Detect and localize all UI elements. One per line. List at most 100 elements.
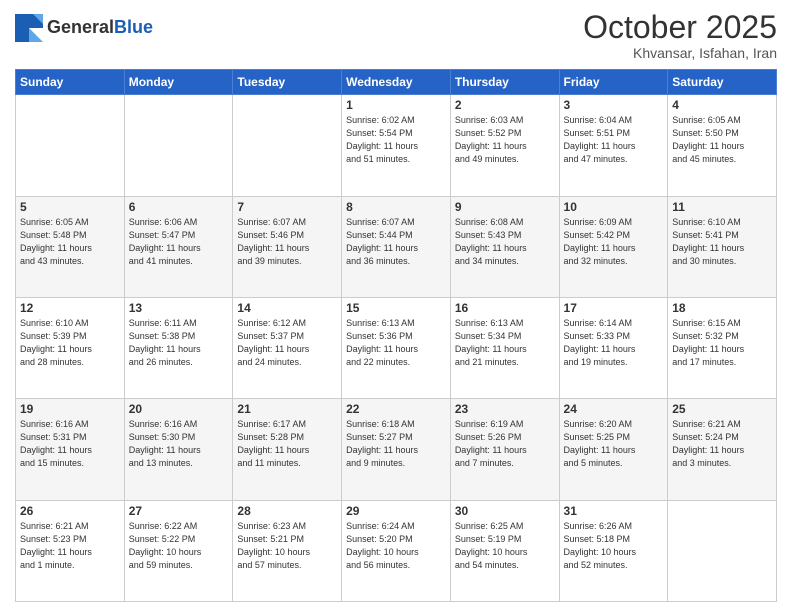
day-number-27: 27 — [129, 504, 229, 518]
day-info-3: Sunrise: 6:04 AM Sunset: 5:51 PM Dayligh… — [564, 114, 664, 166]
calendar-cell-w2-d2: 14 Sunrise: 6:12 AM Sunset: 5:37 PM Dayli… — [233, 297, 342, 398]
calendar-cell-w0-d6: 4 Sunrise: 6:05 AM Sunset: 5:50 PM Daylig… — [668, 95, 777, 196]
day-info-4: Sunrise: 6:05 AM Sunset: 5:50 PM Dayligh… — [672, 114, 772, 166]
week-row-3: 19 Sunrise: 6:16 AM Sunset: 5:31 PM Dayli… — [16, 399, 777, 500]
day-number-1: 1 — [346, 98, 446, 112]
page: General Blue October 2025 Khvansar, Isfa… — [0, 0, 792, 612]
day-info-25: Sunrise: 6:21 AM Sunset: 5:24 PM Dayligh… — [672, 418, 772, 470]
calendar-cell-w2-d6: 18Sunrise: 6:15 AM Sunset: 5:32 PM Dayli… — [668, 297, 777, 398]
calendar-cell-w3-d5: 24 Sunrise: 6:20 AM Sunset: 5:25 PM Dayli… — [559, 399, 668, 500]
day-info-13: Sunrise: 6:11 AM Sunset: 5:38 PM Dayligh… — [129, 317, 229, 369]
calendar-cell-w1-d6: 11Sunrise: 6:10 AM Sunset: 5:41 PM Dayli… — [668, 196, 777, 297]
day-number-14: 14 — [237, 301, 337, 315]
calendar-cell-w3-d1: 20 Sunrise: 6:16 AM Sunset: 5:30 PM Dayli… — [124, 399, 233, 500]
day-info-7: Sunrise: 6:07 AM Sunset: 5:46 PM Dayligh… — [237, 216, 337, 268]
day-info-5: Sunrise: 6:05 AM Sunset: 5:48 PM Dayligh… — [20, 216, 120, 268]
location-title: Khvansar, Isfahan, Iran — [583, 45, 777, 61]
day-info-22: Sunrise: 6:18 AM Sunset: 5:27 PM Dayligh… — [346, 418, 446, 470]
calendar-cell-w0-d0 — [16, 95, 125, 196]
calendar-cell-w4-d1: 27 Sunrise: 6:22 AM Sunset: 5:22 PM Dayli… — [124, 500, 233, 601]
calendar-cell-w2-d1: 13Sunrise: 6:11 AM Sunset: 5:38 PM Dayli… — [124, 297, 233, 398]
header-wednesday: Wednesday — [342, 70, 451, 95]
day-number-19: 19 — [20, 402, 120, 416]
logo: General Blue — [15, 14, 153, 42]
day-number-28: 28 — [237, 504, 337, 518]
day-number-10: 10 — [564, 200, 664, 214]
calendar-header-row: Sunday Monday Tuesday Wednesday Thursday… — [16, 70, 777, 95]
day-number-25: 25 — [672, 402, 772, 416]
day-number-6: 6 — [129, 200, 229, 214]
calendar-cell-w1-d5: 10Sunrise: 6:09 AM Sunset: 5:42 PM Dayli… — [559, 196, 668, 297]
calendar-cell-w1-d2: 7 Sunrise: 6:07 AM Sunset: 5:46 PM Daylig… — [233, 196, 342, 297]
day-number-8: 8 — [346, 200, 446, 214]
day-info-1: Sunrise: 6:02 AM Sunset: 5:54 PM Dayligh… — [346, 114, 446, 166]
calendar-cell-w0-d2 — [233, 95, 342, 196]
calendar-cell-w4-d6 — [668, 500, 777, 601]
day-number-3: 3 — [564, 98, 664, 112]
day-number-4: 4 — [672, 98, 772, 112]
calendar-cell-w3-d4: 23 Sunrise: 6:19 AM Sunset: 5:26 PM Dayli… — [450, 399, 559, 500]
header-monday: Monday — [124, 70, 233, 95]
day-info-11: Sunrise: 6:10 AM Sunset: 5:41 PM Dayligh… — [672, 216, 772, 268]
day-number-17: 17 — [564, 301, 664, 315]
calendar-cell-w4-d2: 28 Sunrise: 6:23 AM Sunset: 5:21 PM Dayli… — [233, 500, 342, 601]
week-row-2: 12Sunrise: 6:10 AM Sunset: 5:39 PM Dayli… — [16, 297, 777, 398]
calendar-cell-w3-d6: 25 Sunrise: 6:21 AM Sunset: 5:24 PM Dayli… — [668, 399, 777, 500]
calendar-cell-w1-d4: 9Sunrise: 6:08 AM Sunset: 5:43 PM Daylig… — [450, 196, 559, 297]
calendar-cell-w4-d0: 26Sunrise: 6:21 AM Sunset: 5:23 PM Dayli… — [16, 500, 125, 601]
day-info-27: Sunrise: 6:22 AM Sunset: 5:22 PM Dayligh… — [129, 520, 229, 572]
calendar-cell-w3-d0: 19 Sunrise: 6:16 AM Sunset: 5:31 PM Dayli… — [16, 399, 125, 500]
day-number-2: 2 — [455, 98, 555, 112]
header-thursday: Thursday — [450, 70, 559, 95]
calendar-cell-w4-d4: 30 Sunrise: 6:25 AM Sunset: 5:19 PM Dayli… — [450, 500, 559, 601]
day-number-16: 16 — [455, 301, 555, 315]
day-info-18: Sunrise: 6:15 AM Sunset: 5:32 PM Dayligh… — [672, 317, 772, 369]
week-row-1: 5 Sunrise: 6:05 AM Sunset: 5:48 PM Daylig… — [16, 196, 777, 297]
calendar-table: Sunday Monday Tuesday Wednesday Thursday… — [15, 69, 777, 602]
header-friday: Friday — [559, 70, 668, 95]
calendar-cell-w4-d3: 29 Sunrise: 6:24 AM Sunset: 5:20 PM Dayli… — [342, 500, 451, 601]
calendar-cell-w0-d3: 1 Sunrise: 6:02 AM Sunset: 5:54 PM Daylig… — [342, 95, 451, 196]
day-number-21: 21 — [237, 402, 337, 416]
day-info-20: Sunrise: 6:16 AM Sunset: 5:30 PM Dayligh… — [129, 418, 229, 470]
day-info-28: Sunrise: 6:23 AM Sunset: 5:21 PM Dayligh… — [237, 520, 337, 572]
title-block: October 2025 Khvansar, Isfahan, Iran — [583, 10, 777, 61]
header-tuesday: Tuesday — [233, 70, 342, 95]
header-sunday: Sunday — [16, 70, 125, 95]
header-saturday: Saturday — [668, 70, 777, 95]
day-number-23: 23 — [455, 402, 555, 416]
day-number-7: 7 — [237, 200, 337, 214]
day-number-5: 5 — [20, 200, 120, 214]
day-number-12: 12 — [20, 301, 120, 315]
day-number-30: 30 — [455, 504, 555, 518]
logo-icon — [15, 14, 43, 42]
day-info-23: Sunrise: 6:19 AM Sunset: 5:26 PM Dayligh… — [455, 418, 555, 470]
calendar-cell-w4-d5: 31Sunrise: 6:26 AM Sunset: 5:18 PM Dayli… — [559, 500, 668, 601]
day-info-24: Sunrise: 6:20 AM Sunset: 5:25 PM Dayligh… — [564, 418, 664, 470]
header: General Blue October 2025 Khvansar, Isfa… — [15, 10, 777, 61]
day-info-15: Sunrise: 6:13 AM Sunset: 5:36 PM Dayligh… — [346, 317, 446, 369]
calendar-cell-w3-d3: 22Sunrise: 6:18 AM Sunset: 5:27 PM Dayli… — [342, 399, 451, 500]
day-info-8: Sunrise: 6:07 AM Sunset: 5:44 PM Dayligh… — [346, 216, 446, 268]
month-title: October 2025 — [583, 10, 777, 45]
day-number-24: 24 — [564, 402, 664, 416]
logo-general: General — [47, 18, 114, 38]
calendar-cell-w0-d5: 3 Sunrise: 6:04 AM Sunset: 5:51 PM Daylig… — [559, 95, 668, 196]
calendar-cell-w1-d0: 5 Sunrise: 6:05 AM Sunset: 5:48 PM Daylig… — [16, 196, 125, 297]
calendar-cell-w2-d5: 17Sunrise: 6:14 AM Sunset: 5:33 PM Dayli… — [559, 297, 668, 398]
day-info-29: Sunrise: 6:24 AM Sunset: 5:20 PM Dayligh… — [346, 520, 446, 572]
day-number-20: 20 — [129, 402, 229, 416]
calendar-cell-w2-d3: 15 Sunrise: 6:13 AM Sunset: 5:36 PM Dayli… — [342, 297, 451, 398]
week-row-4: 26Sunrise: 6:21 AM Sunset: 5:23 PM Dayli… — [16, 500, 777, 601]
calendar-cell-w0-d4: 2Sunrise: 6:03 AM Sunset: 5:52 PM Daylig… — [450, 95, 559, 196]
day-number-15: 15 — [346, 301, 446, 315]
day-info-14: Sunrise: 6:12 AM Sunset: 5:37 PM Dayligh… — [237, 317, 337, 369]
day-info-21: Sunrise: 6:17 AM Sunset: 5:28 PM Dayligh… — [237, 418, 337, 470]
day-info-19: Sunrise: 6:16 AM Sunset: 5:31 PM Dayligh… — [20, 418, 120, 470]
week-row-0: 1 Sunrise: 6:02 AM Sunset: 5:54 PM Daylig… — [16, 95, 777, 196]
day-info-30: Sunrise: 6:25 AM Sunset: 5:19 PM Dayligh… — [455, 520, 555, 572]
day-info-16: Sunrise: 6:13 AM Sunset: 5:34 PM Dayligh… — [455, 317, 555, 369]
calendar-cell-w0-d1 — [124, 95, 233, 196]
logo-blue: Blue — [114, 18, 153, 38]
day-number-29: 29 — [346, 504, 446, 518]
